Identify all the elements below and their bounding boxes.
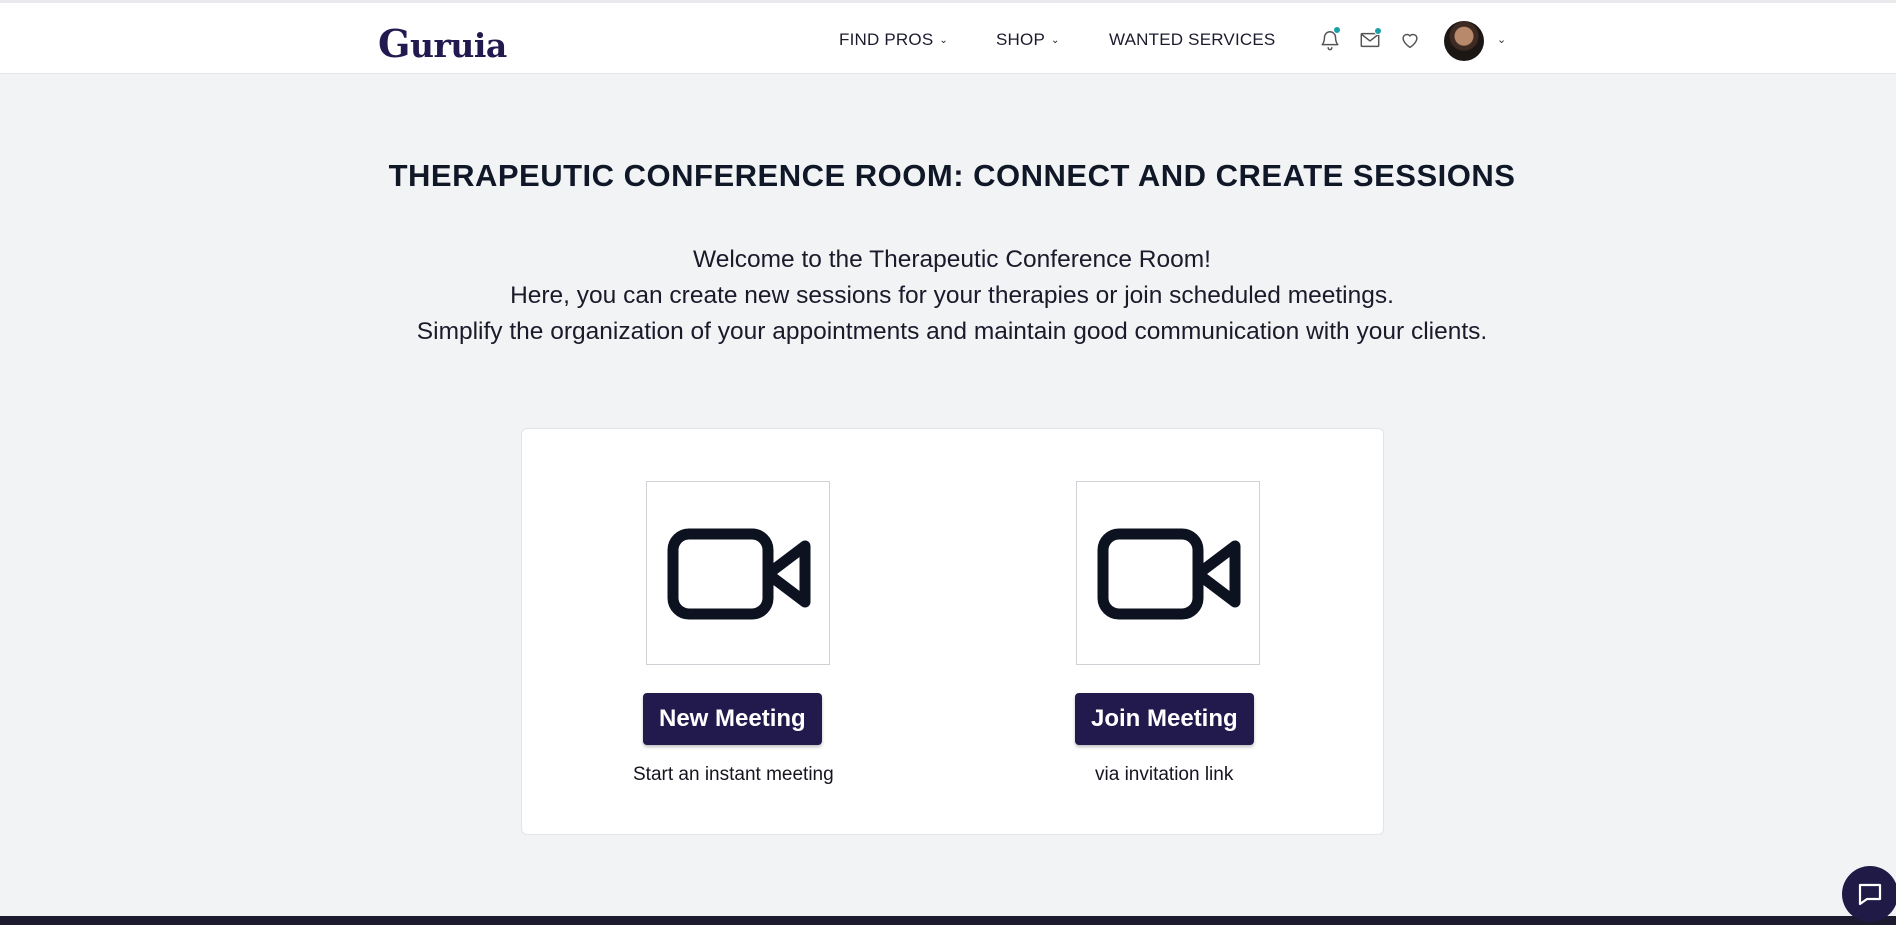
chevron-down-icon: ⌄ — [939, 35, 948, 46]
intro-line: Welcome to the Therapeutic Conference Ro… — [693, 246, 1211, 273]
new-meeting-caption: Start an instant meeting — [633, 764, 834, 785]
favorites-button[interactable] — [1399, 29, 1421, 51]
chat-widget-button[interactable] — [1842, 866, 1896, 922]
page-title: THERAPEUTIC CONFERENCE ROOM: CONNECT AND… — [388, 158, 1516, 193]
intro-line: Here, you can create new sessions for yo… — [510, 282, 1394, 309]
heart-icon — [1402, 33, 1418, 49]
notifications-button[interactable] — [1319, 26, 1341, 51]
nav-wanted-services[interactable]: WANTED SERVICES — [1109, 30, 1275, 50]
chat-icon — [1858, 883, 1882, 906]
join-meeting-caption: via invitation link — [1095, 764, 1234, 785]
top-navigation-bar: Guruia FIND PROS ⌄ SHOP ⌄ WANTED SERVICES … — [0, 0, 1896, 74]
footer — [0, 916, 1896, 925]
nav-shop-label: SHOP — [996, 30, 1045, 49]
video-camera-icon — [667, 528, 811, 620]
new-meeting-button[interactable]: New Meeting — [643, 693, 822, 745]
nav-find-pros[interactable]: FIND PROS ⌄ — [839, 30, 948, 50]
guruia-logo[interactable]: Guruia — [378, 21, 507, 66]
nav-wanted-services-label: WANTED SERVICES — [1109, 30, 1276, 49]
nav-shop[interactable]: SHOP ⌄ — [996, 30, 1060, 50]
nav-find-pros-label: FIND PROS — [839, 30, 934, 49]
chevron-down-icon[interactable]: ⌄ — [1497, 33, 1506, 46]
intro-text: Welcome to the Therapeutic Conference Ro… — [0, 242, 1896, 350]
message-dot — [1374, 27, 1382, 35]
notification-dot — [1333, 26, 1341, 34]
video-camera-icon — [1097, 528, 1241, 620]
intro-line: Simplify the organization of your appoin… — [416, 318, 1488, 345]
user-avatar[interactable] — [1444, 21, 1484, 61]
join-meeting-icon-box[interactable] — [1076, 481, 1260, 665]
new-meeting-icon-box[interactable] — [646, 481, 830, 665]
join-meeting-button[interactable]: Join Meeting — [1075, 693, 1254, 745]
chevron-down-icon: ⌄ — [1050, 35, 1060, 46]
meeting-options-card: New Meeting Start an instant meeting Joi… — [521, 428, 1384, 835]
messages-button[interactable] — [1359, 27, 1382, 51]
